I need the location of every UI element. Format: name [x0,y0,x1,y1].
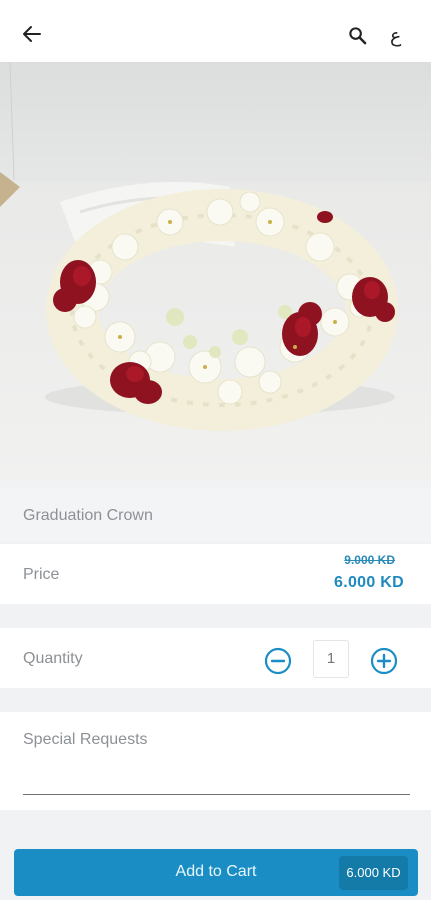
cart-total-badge: 6.000 KD [339,856,408,890]
language-toggle[interactable]: ع [390,24,410,48]
product-name-row: Graduation Crown [0,489,431,542]
special-requests-field[interactable]: Special Requests [0,712,431,810]
special-requests-label: Special Requests [23,731,148,748]
increase-quantity-icon[interactable] [370,647,398,675]
product-name: Graduation Crown [23,507,153,524]
decrease-quantity-icon[interactable] [264,647,292,675]
top-app-bar: ع [0,0,431,62]
input-underline [23,794,410,795]
price-row: Price 9.000 KD 6.000 KD [0,544,431,604]
product-image [0,62,431,480]
wreath-photo [0,62,431,480]
quantity-row: Quantity 1 [0,628,431,688]
add-to-cart-button[interactable]: Add to Cart 6.000 KD [14,849,418,896]
quantity-label: Quantity [23,650,83,667]
price-label: Price [23,566,60,583]
original-price: 9.000 KD [344,553,395,567]
quantity-value[interactable]: 1 [313,640,349,678]
search-icon[interactable] [348,26,367,45]
arrow-left-icon[interactable] [22,24,42,44]
sale-price: 6.000 KD [334,574,404,591]
